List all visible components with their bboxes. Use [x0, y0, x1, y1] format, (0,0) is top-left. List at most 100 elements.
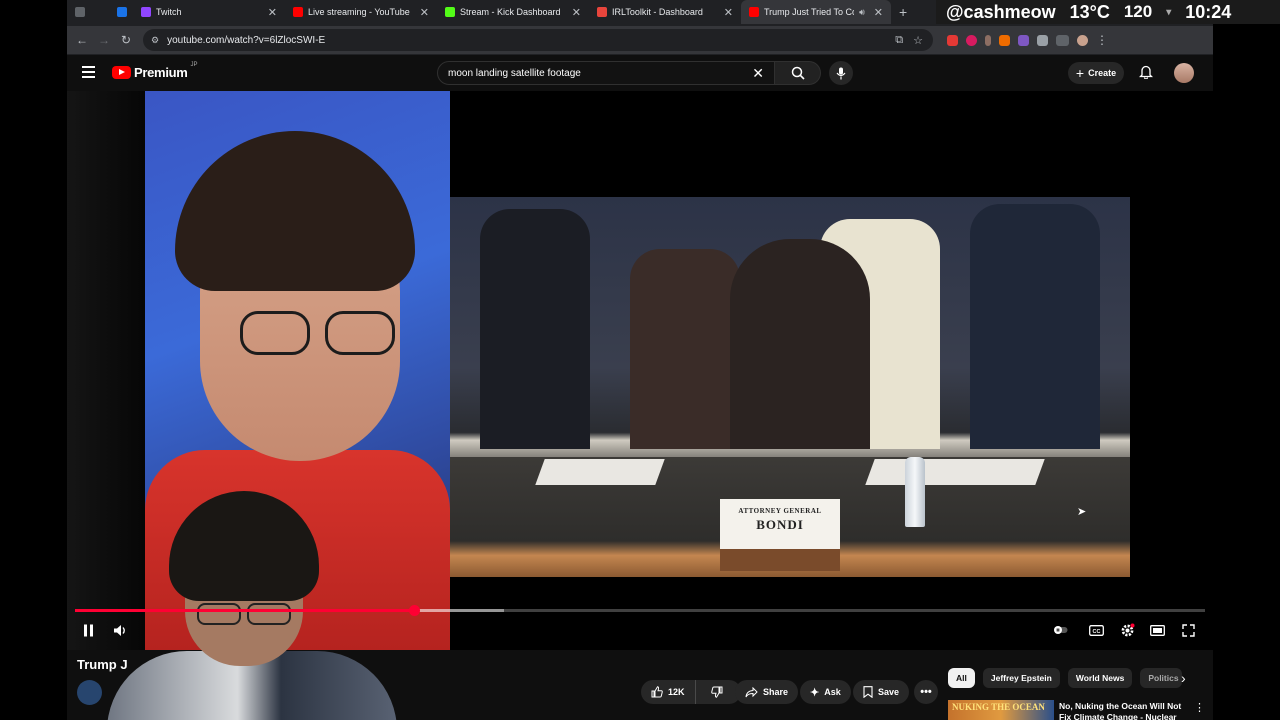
- tab-active-video[interactable]: Trump Just Tried To Cov 🔊︎ ✕: [741, 0, 891, 24]
- fullscreen-button[interactable]: [1179, 621, 1197, 639]
- video-actions: 12K Share ✦ Ask Save •••: [641, 680, 941, 704]
- captions-button[interactable]: CC: [1087, 621, 1105, 639]
- chip-jeffrey-epstein[interactable]: Jeffrey Epstein: [982, 668, 1060, 688]
- overlay-temperature: 13°C: [1069, 1, 1110, 22]
- forward-icon[interactable]: →: [93, 33, 115, 47]
- more-actions-button[interactable]: •••: [914, 680, 938, 704]
- profile-icon[interactable]: [1077, 34, 1088, 46]
- sidebar-icon[interactable]: [1056, 34, 1069, 46]
- thumbs-down-icon: [710, 686, 723, 698]
- captions-icon: CC: [1088, 624, 1104, 636]
- share-button[interactable]: Share: [735, 680, 799, 704]
- close-icon[interactable]: ✕: [724, 6, 733, 19]
- figure-man-left: [480, 209, 590, 449]
- figure-man-right: [970, 204, 1100, 449]
- install-app-icon[interactable]: ⧉: [895, 34, 903, 47]
- chip-world-news[interactable]: World News: [1067, 668, 1133, 688]
- puzzle-icon[interactable]: [1037, 34, 1048, 46]
- create-label: Create: [1088, 68, 1117, 78]
- new-tab-button[interactable]: +: [891, 4, 915, 20]
- like-count: 12K: [668, 687, 685, 697]
- kick-icon: [445, 7, 455, 17]
- theater-icon: [1149, 624, 1165, 636]
- theater-mode-button[interactable]: [1148, 621, 1166, 639]
- address-bar: ← → ↻ ⚙︎ youtube.com/watch?v=6lZlocSWI-E…: [67, 26, 1213, 54]
- bell-icon: [1138, 65, 1154, 80]
- masthead: Premium JP moon landing satellite footag…: [67, 55, 1213, 91]
- settings-button[interactable]: [1118, 621, 1136, 639]
- recommended-video[interactable]: NUKING THE OCEAN No, Nuking the Ocean Wi…: [948, 700, 1211, 720]
- papers: [865, 459, 1045, 485]
- plus-icon: +: [1075, 65, 1085, 81]
- bookmark-star-icon[interactable]: ☆: [913, 34, 923, 47]
- close-icon[interactable]: ✕: [572, 6, 581, 19]
- close-icon[interactable]: ✕: [268, 6, 277, 19]
- dislike-button[interactable]: [701, 680, 733, 704]
- thumbs-up-icon: [651, 686, 663, 698]
- close-icon[interactable]: ✕: [874, 6, 883, 19]
- pause-button[interactable]: [81, 621, 95, 639]
- search-input[interactable]: moon landing satellite footage ✕: [437, 61, 775, 85]
- search-icon: [791, 66, 805, 80]
- speaker-icon[interactable]: 🔊︎: [859, 7, 865, 18]
- logo-text: Premium: [134, 65, 188, 80]
- save-button[interactable]: Save: [853, 680, 910, 704]
- extension-icon[interactable]: [1018, 34, 1029, 46]
- ask-button[interactable]: ✦ Ask: [800, 680, 851, 704]
- sparkle-icon: ✦: [810, 686, 820, 699]
- extension-icon[interactable]: [947, 34, 958, 46]
- tab-1[interactable]: [109, 0, 133, 24]
- tab-kick[interactable]: Stream - Kick Dashboard ✕: [437, 0, 589, 24]
- channel-avatar[interactable]: [77, 680, 102, 705]
- glasses: [325, 311, 395, 355]
- chip-politics[interactable]: Politics: [1140, 668, 1183, 688]
- video-player[interactable]: ATTORNEY GENERAL BONDI CC ➤: [67, 91, 1213, 720]
- binder: [535, 459, 665, 485]
- extension-icon[interactable]: [966, 34, 977, 46]
- omnibox[interactable]: ⚙︎ youtube.com/watch?v=6lZlocSWI-E ⧉ ☆: [143, 29, 933, 51]
- tab-title: IRLToolkit - Dashboard: [612, 7, 703, 17]
- overlay-time: 10:24: [1185, 1, 1232, 22]
- ask-label: Ask: [824, 687, 841, 697]
- fullscreen-icon: [1181, 623, 1195, 637]
- extension-icon[interactable]: [985, 34, 991, 46]
- kebab-menu-icon[interactable]: ⋮: [1194, 701, 1205, 714]
- account-avatar[interactable]: [1174, 63, 1194, 83]
- tab-youtube-studio[interactable]: Live streaming - YouTube Stu ✕: [285, 0, 437, 24]
- nameplate-base: [720, 549, 840, 571]
- share-icon: [745, 686, 758, 697]
- back-icon[interactable]: ←: [71, 33, 93, 47]
- nameplate: ATTORNEY GENERAL BONDI: [720, 499, 840, 571]
- gear-icon: [1121, 623, 1134, 636]
- recommended-title[interactable]: No, Nuking the Ocean Will Not Fix Climat…: [1059, 701, 1187, 720]
- tab-title: Twitch: [156, 7, 182, 17]
- chip-all[interactable]: All: [948, 668, 975, 688]
- tab-twitch[interactable]: Twitch ✕: [133, 0, 285, 24]
- notifications-button[interactable]: [1138, 64, 1154, 84]
- search-button[interactable]: [775, 61, 821, 85]
- site-info-icon[interactable]: ⚙︎: [151, 35, 159, 46]
- autoplay-toggle[interactable]: [1053, 621, 1069, 639]
- tab-irltoolkit[interactable]: IRLToolkit - Dashboard ✕: [589, 0, 741, 24]
- kebab-menu-icon[interactable]: ⋮: [1096, 33, 1108, 47]
- scrubber-handle[interactable]: [409, 605, 420, 616]
- extension-icon[interactable]: [999, 34, 1010, 46]
- recommended-thumbnail[interactable]: NUKING THE OCEAN: [948, 700, 1054, 720]
- tab-title: Live streaming - YouTube Stu: [308, 7, 411, 17]
- water-bottle: [905, 457, 925, 527]
- more-horizontal-icon: •••: [920, 686, 932, 698]
- chevron-right-icon[interactable]: ›: [1181, 670, 1186, 686]
- youtube-page: Premium JP moon landing satellite footag…: [67, 55, 1213, 720]
- tab-0[interactable]: [67, 0, 109, 24]
- voice-search-button[interactable]: [829, 61, 853, 85]
- volume-button[interactable]: [111, 621, 129, 639]
- microphone-icon: [836, 67, 846, 79]
- clear-search-icon[interactable]: ✕: [752, 65, 764, 82]
- create-button[interactable]: + Create: [1068, 62, 1124, 84]
- like-button[interactable]: 12K: [641, 680, 696, 704]
- close-icon[interactable]: ✕: [420, 6, 429, 19]
- progress-bar[interactable]: [75, 605, 1205, 616]
- hamburger-menu-icon[interactable]: [82, 66, 95, 78]
- youtube-logo[interactable]: Premium JP: [112, 62, 198, 80]
- reload-icon[interactable]: ↻: [115, 33, 137, 47]
